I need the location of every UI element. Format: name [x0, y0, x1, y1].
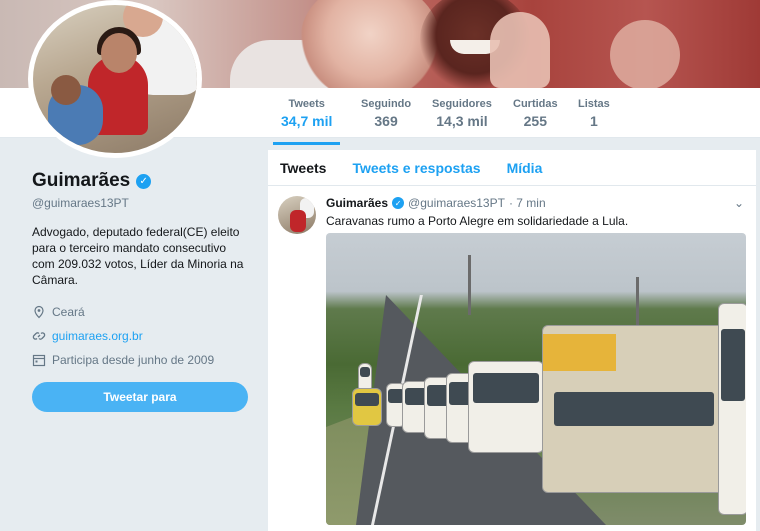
verified-badge-icon: ✓ — [392, 197, 405, 209]
stat-label: Curtidas — [513, 98, 558, 110]
profile-bio: Advogado, deputado federal(CE) eleito pa… — [32, 225, 244, 287]
profile-handle[interactable]: @guimaraes13PT — [32, 196, 252, 210]
stat-label: Seguindo — [361, 98, 412, 110]
calendar-icon — [32, 354, 46, 367]
chevron-down-icon[interactable]: ⌄ — [734, 196, 744, 210]
profile-location: Ceará — [32, 300, 252, 324]
verified-badge-icon: ✓ — [136, 173, 152, 189]
stat-value: 14,3 mil — [436, 113, 488, 129]
stat-likes[interactable]: Curtidas 255 — [513, 98, 558, 129]
tab-tweets[interactable]: Tweets — [280, 160, 326, 176]
profile-joined: Participa desde junho de 2009 — [32, 348, 252, 372]
tweet-avatar[interactable] — [278, 196, 316, 234]
stat-value: 255 — [523, 113, 547, 129]
tab-tweets-replies[interactable]: Tweets e respostas — [352, 160, 480, 176]
tweet-text: Caravanas rumo a Porto Alegre em solidar… — [326, 214, 629, 228]
stat-value: 1 — [590, 113, 598, 129]
link-icon — [32, 332, 46, 340]
profile-avatar[interactable] — [28, 0, 202, 158]
timeline: Tweets Tweets e respostas Mídia Guimarãe… — [268, 150, 756, 531]
stat-followers[interactable]: Seguidores 14,3 mil — [432, 98, 492, 129]
stat-value: 369 — [374, 113, 398, 129]
timeline-tabs: Tweets Tweets e respostas Mídia — [268, 150, 756, 186]
profile-card: Guimarães ✓ @guimaraes13PT Advogado, dep… — [32, 170, 252, 412]
tweet-photo[interactable] — [326, 233, 746, 525]
tweet-to-button[interactable]: Tweetar para — [32, 382, 248, 412]
stat-value: 34,7 mil — [281, 113, 333, 129]
location-pin-icon — [34, 305, 44, 319]
location-text: Ceará — [52, 305, 85, 319]
profile-name[interactable]: Guimarães — [32, 170, 130, 192]
stat-following[interactable]: Seguindo 369 — [361, 98, 411, 129]
stat-label: Listas — [578, 98, 610, 110]
tab-media[interactable]: Mídia — [507, 160, 543, 176]
stat-tweets[interactable]: Tweets 34,7 mil — [272, 98, 341, 145]
profile-website[interactable]: guimaraes.org.br — [32, 324, 252, 348]
website-link[interactable]: guimaraes.org.br — [52, 329, 143, 343]
stat-lists[interactable]: Listas 1 — [578, 98, 610, 129]
stat-label: Seguidores — [432, 98, 492, 110]
tweet-author-name[interactable]: Guimarães — [326, 196, 388, 210]
stat-label: Tweets — [288, 98, 325, 110]
tweet-item[interactable]: Guimarães ✓ @guimaraes13PT · 7 min ⌄ Car… — [268, 186, 756, 234]
joined-text: Participa desde junho de 2009 — [52, 353, 215, 367]
tweet-author-handle[interactable]: @guimaraes13PT — [408, 196, 505, 210]
tweet-timestamp[interactable]: · 7 min — [509, 196, 546, 210]
